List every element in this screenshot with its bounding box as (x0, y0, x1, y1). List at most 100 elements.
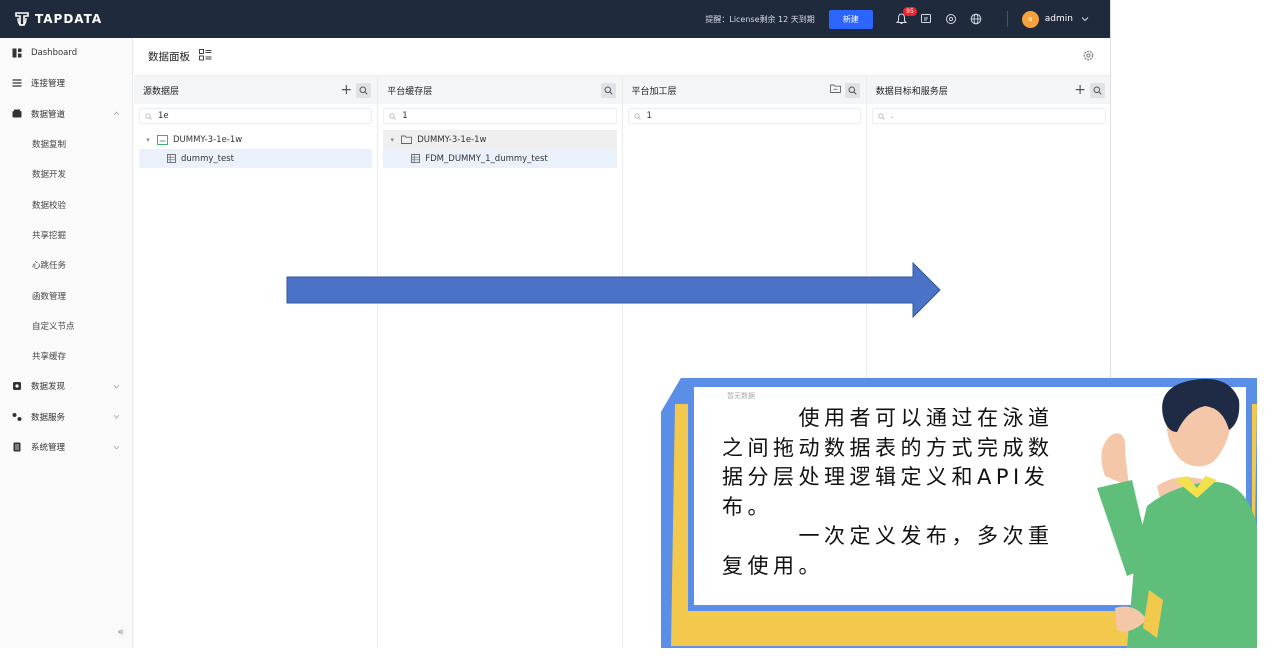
sidebar-item-label: 数据复制 (32, 140, 67, 151)
sidebar-item-label: 函数管理 (32, 291, 67, 302)
drag-direction-arrow (286, 262, 941, 318)
lane-title: 平台加工层 (631, 86, 677, 97)
search-input[interactable] (158, 111, 338, 121)
lane-source[interactable]: 源数据层 + ▾ (134, 76, 379, 648)
discovery-icon (12, 381, 22, 391)
sidebar-item-function-management[interactable]: 函数管理 (0, 280, 132, 310)
sidebar-item-connections[interactable]: 连接管理 (0, 68, 132, 98)
tree-node-table[interactable]: dummy_test (139, 149, 373, 168)
tree-node-connection[interactable]: ▾ DUMMY-3-1e-1w (139, 130, 372, 149)
database-icon (157, 134, 168, 145)
sidebar-item-label: Dashboard (31, 48, 78, 59)
sidebar-item-label: 数据校验 (32, 200, 67, 211)
brand-logo[interactable]: TAPDATA (14, 11, 102, 27)
search-input[interactable] (402, 111, 583, 121)
lane-search-button[interactable] (844, 82, 860, 98)
list-icon (12, 78, 22, 88)
dashboard-icon (12, 48, 22, 58)
system-icon (12, 442, 22, 452)
topbar-right: 提醒：License剩余 12 天到期 新建 95 a admin (705, 6, 1110, 29)
new-button[interactable]: 新建 (828, 9, 873, 29)
lane-search-button[interactable] (1090, 82, 1105, 98)
lane-platform-cache[interactable]: 平台缓存层 ▾ DUMMY-3 (378, 76, 623, 648)
lane-title: 平台缓存层 (387, 86, 433, 97)
search-input[interactable] (890, 111, 1071, 121)
sidebar-item-heartbeat-task[interactable]: 心跳任务 (0, 250, 132, 280)
tree-node-folder[interactable]: ▾ DUMMY-3-1e-1w (383, 130, 617, 149)
callout-paragraph-2: 一次定义发布，多次重复使用。 (722, 522, 1054, 581)
sidebar-item-custom-node[interactable]: 自定义节点 (0, 311, 132, 341)
notification-badge: 95 (903, 6, 917, 16)
sidebar-item-label: 数据服务 (31, 412, 66, 423)
gear-icon[interactable] (945, 13, 958, 26)
main-header: 数据面板 (134, 38, 1110, 76)
chevron-up-icon (113, 109, 120, 118)
sidebar-item-data-discovery[interactable]: 数据发现 (0, 371, 132, 401)
folder-icon[interactable] (829, 84, 841, 96)
lane-header: 数据目标和服务层 + (866, 76, 1110, 104)
chevron-down-icon[interactable] (1081, 15, 1089, 24)
page-title: 数据面板 (148, 51, 190, 63)
service-icon (12, 412, 22, 422)
tree-node-label: FDM_DUMMY_1_dummy_test (425, 153, 548, 164)
avatar[interactable]: a (1021, 10, 1039, 28)
sidebar-item-system-management[interactable]: 系统管理 (0, 432, 132, 462)
search-icon (633, 112, 641, 120)
sidebar-item-label: 自定义节点 (32, 321, 75, 332)
lane-search (627, 108, 861, 124)
top-bar: TAPDATA 提醒：License剩余 12 天到期 新建 95 a admi… (0, 0, 1110, 38)
sidebar-item-dashboard[interactable]: Dashboard (0, 38, 132, 68)
layout-toggle-icon[interactable] (199, 49, 212, 64)
lane-search (139, 108, 373, 124)
lane-search-button[interactable] (356, 82, 372, 98)
sidebar-item-label: 系统管理 (31, 443, 66, 453)
sidebar-item-data-replication[interactable]: 数据复制 (0, 129, 132, 159)
sidebar-item-data-development[interactable]: 数据开发 (0, 159, 132, 189)
tapdata-logo-icon (15, 12, 29, 26)
sidebar-collapse-button[interactable]: « (117, 625, 124, 638)
sidebar-item-data-service[interactable]: 数据服务 (0, 402, 132, 432)
search-icon (1093, 86, 1102, 95)
pipeline-icon (12, 109, 22, 119)
add-icon[interactable]: + (341, 83, 353, 97)
sidebar-item-label: 数据开发 (32, 170, 67, 181)
globe-icon[interactable] (970, 13, 983, 26)
search-icon (604, 86, 613, 95)
search-icon (145, 112, 152, 120)
callout-line: 使用者可以通过在泳道之间拖动数据表的方式完成数据分层处理逻辑定义和API发布。 (722, 406, 1054, 519)
callout-paragraph-1: 使用者可以通过在泳道之间拖动数据表的方式完成数据分层处理逻辑定义和API发布。 (722, 404, 1054, 522)
sidebar-item-shared-mining[interactable]: 共享挖掘 (0, 220, 132, 250)
lane-title: 源数据层 (143, 86, 180, 97)
brand-name: TAPDATA (35, 12, 103, 26)
lane-header: 源数据层 + (134, 76, 378, 104)
search-icon (848, 86, 857, 95)
add-icon[interactable]: + (1074, 83, 1086, 97)
lane-search-button[interactable] (600, 82, 616, 98)
sidebar-item-label: 连接管理 (31, 79, 66, 90)
chat-icon[interactable] (920, 13, 933, 26)
sidebar: Dashboard 连接管理 数据管道 数据复制 数据开发 数据校验 共享挖掘 … (0, 38, 133, 648)
search-icon (389, 112, 396, 120)
tree-node-label: DUMMY-3-1e-1w (173, 134, 243, 145)
lane-title: 数据目标和服务层 (875, 86, 948, 97)
expand-caret-icon[interactable]: ▾ (143, 136, 153, 144)
search-icon (359, 86, 368, 95)
bell-icon[interactable]: 95 (895, 6, 917, 26)
sidebar-item-label: 数据管道 (31, 109, 66, 120)
search-icon (878, 112, 885, 120)
sidebar-item-shared-cache[interactable]: 共享缓存 (0, 341, 132, 371)
lane-search (871, 108, 1106, 124)
search-input[interactable] (646, 111, 827, 121)
topbar-divider (1006, 11, 1008, 27)
sidebar-item-data-verification[interactable]: 数据校验 (0, 189, 132, 219)
lane-header: 平台加工层 (622, 76, 866, 104)
settings-icon[interactable] (1083, 50, 1094, 64)
empty-placeholder: 暂无数据 (727, 392, 755, 400)
sidebar-item-pipeline[interactable]: 数据管道 (0, 99, 132, 129)
chevron-down-icon (113, 382, 120, 391)
tree-node-table[interactable]: FDM_DUMMY_1_dummy_test (383, 149, 617, 168)
expand-caret-icon[interactable]: ▾ (387, 136, 397, 144)
user-name[interactable]: admin (1045, 14, 1073, 24)
callout-line: 一次定义发布，多次重复使用。 (722, 524, 1054, 578)
sidebar-item-label: 数据发现 (31, 382, 66, 393)
